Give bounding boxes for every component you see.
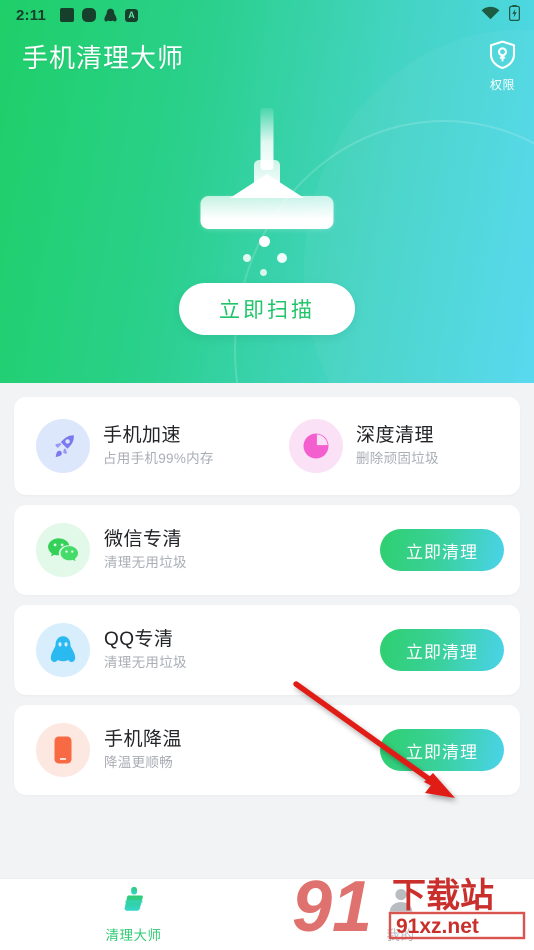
dust-particle	[259, 236, 270, 247]
bottom-navigation-bar: 清理大师 我的	[0, 878, 534, 950]
vacuum-cleaner-icon	[0, 108, 534, 276]
qq-penguin-icon	[36, 623, 90, 677]
quick-action-title: 手机加速	[103, 425, 182, 446]
list-item-text: 微信专清 清理无用垃圾	[104, 527, 380, 573]
quick-action-boost[interactable]: 手机加速 占用手机99%内存	[14, 419, 267, 473]
square-icon	[60, 8, 74, 22]
wechat-icon	[36, 523, 90, 577]
app-root: 2:11 A 手机清理大师 权限 立即扫描 手机加速 占用手机99%内存 深度清…	[0, 0, 534, 950]
content-area: 手机加速 占用手机99%内存 深度清理 删除顽固垃圾 微信专清 清理无用垃圾 立…	[0, 383, 534, 795]
dust-particle	[260, 269, 267, 276]
quick-action-boost-text: 手机加速 占用手机99%内存	[103, 423, 214, 469]
nav-tab-clean-master[interactable]: 清理大师	[0, 879, 267, 950]
list-item-title: 手机降温	[104, 729, 183, 750]
row-content: QQ专清 清理无用垃圾 立即清理	[14, 605, 520, 695]
quick-action-subtitle: 删除顽固垃圾	[356, 451, 439, 466]
list-item-title: 微信专清	[104, 529, 183, 550]
status-bar-system-icons	[481, 4, 521, 26]
shield-key-icon	[489, 40, 516, 74]
header-banner: 2:11 A 手机清理大师 权限 立即扫描	[0, 0, 534, 383]
list-item-text: 手机降温 降温更顺畅	[104, 727, 380, 773]
scan-now-button[interactable]: 立即扫描	[179, 283, 355, 335]
permissions-button[interactable]: 权限	[489, 38, 516, 93]
quick-action-deep-clean[interactable]: 深度清理 删除顽固垃圾	[267, 419, 520, 473]
nav-tab-mine[interactable]: 我的	[267, 879, 534, 950]
list-item-subtitle: 降温更顺畅	[104, 755, 173, 770]
scan-button-wrapper: 立即扫描	[0, 283, 534, 335]
clean-now-button-wechat[interactable]: 立即清理	[380, 529, 504, 571]
list-item-phone-cooling[interactable]: 手机降温 降温更顺畅 立即清理	[14, 705, 520, 795]
permissions-label: 权限	[489, 78, 515, 92]
quick-action-deep-clean-text: 深度清理 删除顽固垃圾	[356, 423, 439, 469]
list-item-text: QQ专清 清理无用垃圾	[104, 627, 380, 673]
title-row: 手机清理大师 权限	[0, 30, 534, 93]
vacuum-cone	[230, 174, 304, 198]
clean-now-button-qq[interactable]: 立即清理	[380, 629, 504, 671]
quick-actions-card: 手机加速 占用手机99%内存 深度清理 删除顽固垃圾	[14, 397, 520, 495]
row-content: 微信专清 清理无用垃圾 立即清理	[14, 505, 520, 595]
pie-chart-icon	[289, 419, 343, 473]
status-bar: 2:11 A	[0, 0, 534, 30]
clean-now-button-cooling[interactable]: 立即清理	[380, 729, 504, 771]
row-content: 手机降温 降温更顺畅 立即清理	[14, 705, 520, 795]
person-icon	[386, 885, 416, 920]
list-item-subtitle: 清理无用垃圾	[104, 655, 187, 670]
page-title: 手机清理大师	[22, 43, 185, 73]
wifi-icon	[481, 6, 500, 25]
phone-cooling-icon	[36, 723, 90, 777]
status-bar-time: 2:11	[16, 6, 46, 24]
dust-particle	[243, 254, 251, 262]
rocket-icon	[36, 419, 90, 473]
nav-tab-label: 我的	[386, 928, 415, 943]
battery-charging-icon	[508, 4, 521, 26]
list-item-qq-clean[interactable]: QQ专清 清理无用垃圾 立即清理	[14, 605, 520, 695]
dust-particle	[277, 253, 287, 263]
list-item-title: QQ专清	[104, 629, 174, 650]
rounded-square-icon	[82, 8, 96, 22]
list-item-subtitle: 清理无用垃圾	[104, 555, 187, 570]
a-badge-icon: A	[125, 8, 138, 22]
quick-action-subtitle: 占用手机99%内存	[103, 451, 214, 466]
list-item-wechat-clean[interactable]: 微信专清 清理无用垃圾 立即清理	[14, 505, 520, 595]
quick-action-title: 深度清理	[356, 425, 435, 446]
status-bar-notification-icons: A	[60, 8, 138, 23]
broom-icon	[119, 885, 149, 920]
nav-tab-label: 清理大师	[105, 928, 162, 943]
vacuum-head	[200, 196, 334, 229]
qq-penguin-icon	[104, 8, 117, 23]
